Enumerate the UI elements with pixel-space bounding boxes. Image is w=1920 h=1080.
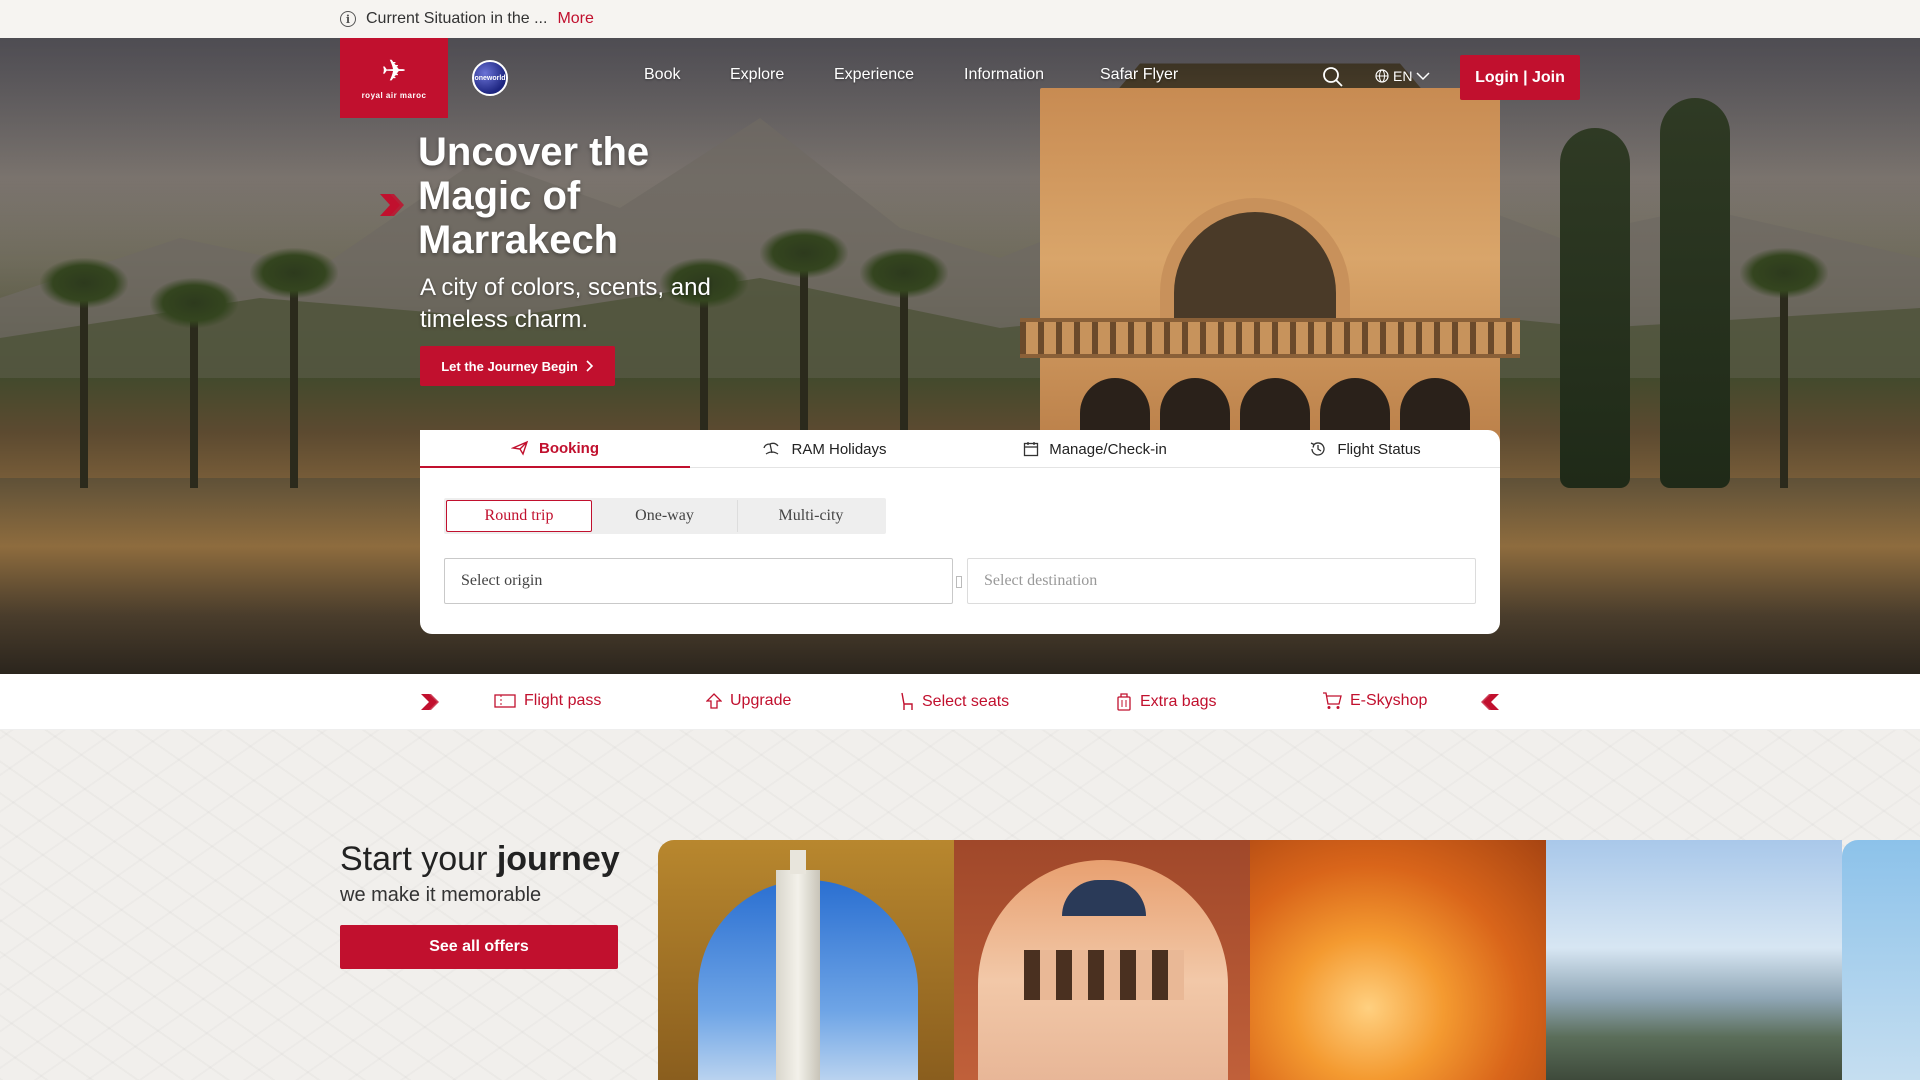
offer-card[interactable] bbox=[1250, 840, 1546, 1080]
search-icon[interactable] bbox=[1322, 66, 1344, 88]
globe-icon bbox=[1375, 69, 1389, 83]
journey-title-plain: Start your bbox=[340, 840, 497, 878]
upgrade-icon bbox=[706, 693, 722, 709]
tab-booking[interactable]: Booking bbox=[420, 430, 690, 468]
origin-field[interactable]: Select origin bbox=[444, 558, 953, 604]
chevron-down-icon bbox=[1416, 72, 1430, 81]
offer-card-minaret bbox=[776, 850, 820, 1080]
offer-card-arcade bbox=[1024, 950, 1184, 1000]
palm-tree bbox=[1740, 248, 1828, 488]
tab-manage-checkin-label: Manage/Check-in bbox=[1049, 440, 1167, 458]
quick-e-skyshop[interactable]: E-Skyshop bbox=[1322, 692, 1427, 710]
hero-mountains bbox=[0, 118, 1920, 378]
chevron-double-right-icon bbox=[380, 194, 404, 216]
palm-tree bbox=[40, 258, 128, 488]
ram-logo-text: royal air maroc bbox=[361, 90, 427, 100]
seat-icon bbox=[901, 692, 913, 710]
trip-round-trip[interactable]: Round trip bbox=[446, 500, 592, 532]
see-all-offers-button[interactable]: See all offers bbox=[340, 925, 618, 969]
offer-card[interactable] bbox=[658, 840, 954, 1080]
cypress-tree bbox=[1560, 128, 1630, 488]
notice-more-link[interactable]: More bbox=[557, 10, 593, 28]
nav-information[interactable]: Information bbox=[964, 66, 1044, 84]
chevron-double-left-icon bbox=[1481, 694, 1499, 710]
tab-manage-checkin[interactable]: Manage/Check-in bbox=[960, 430, 1230, 468]
chevron-double-right-icon bbox=[421, 694, 439, 710]
quick-flight-pass[interactable]: Flight pass bbox=[494, 692, 601, 710]
journey-title-bold: journey bbox=[496, 840, 620, 878]
nav-experience[interactable]: Experience bbox=[834, 66, 914, 84]
hero-title: Uncover the Magic of Marrakech bbox=[418, 130, 650, 262]
cart-icon bbox=[1323, 692, 1342, 709]
swap-icon[interactable] bbox=[956, 576, 962, 588]
login-join-button[interactable]: Login | Join bbox=[1460, 55, 1580, 100]
offer-card[interactable] bbox=[954, 840, 1250, 1080]
offer-card[interactable] bbox=[1546, 840, 1842, 1080]
language-selector[interactable]: EN bbox=[1375, 68, 1430, 84]
journey-section: Start your journey we make it memorable … bbox=[0, 730, 1920, 1080]
chevron-right-icon bbox=[586, 360, 593, 372]
quick-extra-bags[interactable]: Extra bags bbox=[1116, 692, 1216, 712]
nav-explore[interactable]: Explore bbox=[730, 66, 784, 84]
plane-icon bbox=[511, 440, 529, 456]
notice-bar: i Current Situation in the ... More bbox=[0, 0, 1920, 38]
trip-one-way[interactable]: One-way bbox=[592, 500, 738, 532]
ticket-icon bbox=[494, 694, 516, 708]
tab-ram-holidays[interactable]: RAM Holidays bbox=[690, 430, 960, 468]
ram-emblem-icon: ✈ bbox=[381, 54, 407, 88]
quick-select-seats-label: Select seats bbox=[922, 693, 1010, 710]
nav-safar-flyer[interactable]: Safar Flyer bbox=[1100, 66, 1178, 84]
trip-multi-city[interactable]: Multi-city bbox=[738, 500, 884, 532]
quick-links-bar: Flight pass Upgrade Select seats Extra b… bbox=[0, 674, 1920, 730]
quick-upgrade[interactable]: Upgrade bbox=[706, 692, 791, 710]
tab-flight-status[interactable]: Flight Status bbox=[1230, 430, 1500, 468]
beach-icon bbox=[763, 442, 780, 455]
tab-booking-label: Booking bbox=[539, 439, 599, 457]
cypress-tree bbox=[1660, 98, 1730, 488]
calendar-icon bbox=[1024, 442, 1039, 457]
info-icon: i bbox=[340, 11, 356, 27]
ram-logo[interactable]: ✈ royal air maroc bbox=[340, 38, 448, 118]
luggage-icon bbox=[1117, 693, 1131, 711]
quick-e-skyshop-label: E-Skyshop bbox=[1350, 692, 1428, 709]
tab-flight-status-label: Flight Status bbox=[1337, 440, 1421, 458]
history-icon bbox=[1311, 442, 1325, 456]
quick-flight-pass-label: Flight pass bbox=[524, 692, 602, 709]
notice-text: Current Situation in the ... bbox=[366, 10, 548, 27]
destination-field[interactable]: Select destination bbox=[967, 558, 1476, 604]
quick-select-seats[interactable]: Select seats bbox=[900, 692, 1009, 712]
tab-ram-holidays-label: RAM Holidays bbox=[791, 440, 887, 458]
booking-widget: Booking RAM Holidays Manage/Check-in Fli… bbox=[420, 430, 1500, 634]
hero-subtitle: A city of colors, scents, and timeless c… bbox=[420, 274, 711, 333]
journey-title: Start your journey bbox=[340, 840, 620, 879]
quick-extra-bags-label: Extra bags bbox=[1140, 693, 1217, 710]
pavilion-balcony bbox=[1020, 318, 1520, 358]
journey-begin-label: Let the Journey Begin bbox=[441, 358, 578, 374]
quick-upgrade-label: Upgrade bbox=[730, 692, 792, 709]
nav-book[interactable]: Book bbox=[644, 66, 680, 84]
palm-tree bbox=[150, 278, 238, 488]
palm-tree bbox=[250, 248, 338, 488]
offer-card[interactable] bbox=[1842, 840, 1920, 1080]
journey-subtitle: we make it memorable bbox=[340, 884, 542, 906]
language-label: EN bbox=[1393, 68, 1413, 84]
booking-tabs: Booking RAM Holidays Manage/Check-in Fli… bbox=[420, 430, 1500, 468]
oneworld-logo[interactable]: oneworld bbox=[472, 60, 508, 96]
trip-type-selector: Round trip One-way Multi-city bbox=[444, 498, 886, 534]
journey-begin-button[interactable]: Let the Journey Begin bbox=[420, 346, 615, 386]
